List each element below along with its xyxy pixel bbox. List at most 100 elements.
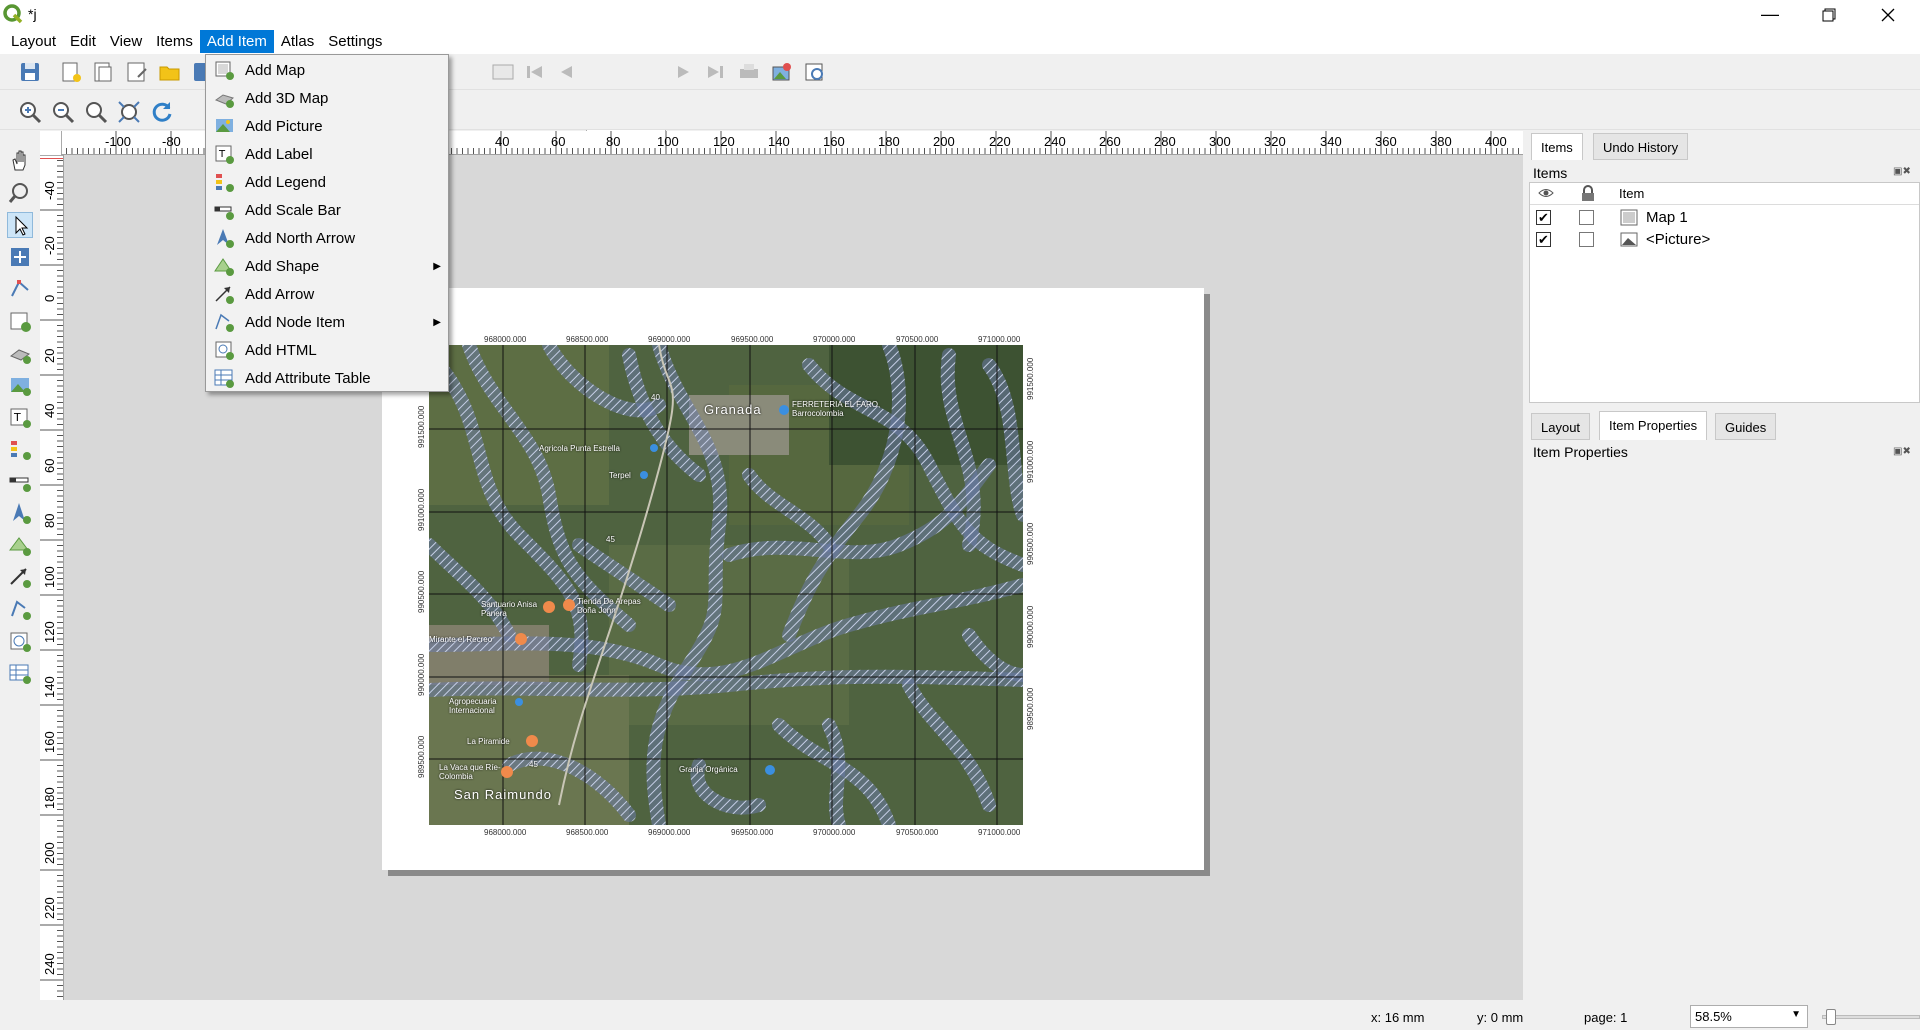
menu-add-scale-bar[interactable]: Add Scale Bar [207,196,447,224]
last-feature-button[interactable] [702,59,728,85]
map-place-label: Granada [704,402,762,417]
chevron-down-icon[interactable]: ▼ [1791,1009,1801,1020]
close-button[interactable] [1859,0,1917,29]
add-html-tool-button[interactable] [7,628,33,654]
tree-row[interactable]: ✔ Map 1 [1530,207,1919,229]
tab-undo-history[interactable]: Undo History [1593,133,1689,160]
grid-coordinate: 989500.000 [1026,687,1035,730]
add-node-item-tool-button[interactable] [7,596,33,622]
export-image-icon [772,63,791,81]
add-scalebar-tool-button[interactable] [7,468,33,494]
tab-layout[interactable]: Layout [1531,413,1591,440]
zoom-combobox[interactable]: 58.5% ▼ [1690,1005,1808,1028]
tab-guides[interactable]: Guides [1715,413,1777,440]
previous-feature-button[interactable] [554,59,580,85]
add-3d-map-tool-button[interactable] [7,340,33,366]
add-label-tool-button[interactable]: T [7,404,33,430]
add-map-tool-button[interactable] [7,308,33,334]
add-north-arrow-tool-button[interactable] [7,500,33,526]
refresh-button[interactable] [149,99,175,125]
menu-add-html[interactable]: Add HTML [207,336,447,364]
ruler-label: 240 [42,953,57,975]
menu-add-3d-map[interactable]: Add 3D Map [207,84,447,112]
first-feature-button[interactable] [522,59,548,85]
select-tool-button[interactable] [7,212,33,238]
zoom-tool-button[interactable] [7,180,33,206]
tree-row[interactable]: ✔ <Picture> [1530,229,1919,251]
menu-add-picture[interactable]: Add Picture [207,112,447,140]
layout-manager-button[interactable] [124,59,150,85]
zoom-icon [8,183,28,203]
zoom-in-button[interactable] [17,99,43,125]
menu-atlas[interactable]: Atlas [274,30,321,53]
menu-add-map[interactable]: Add Map [207,56,447,84]
minimize-button[interactable]: — [1741,0,1799,29]
atlas-settings-button[interactable] [490,59,516,85]
page-indicator: page: 1 [1584,1010,1628,1025]
new-layout-button[interactable] [58,59,84,85]
open-template-button[interactable] [157,59,183,85]
lock-checkbox[interactable] [1579,232,1594,247]
window-title: *j [28,6,37,22]
menu-add-attribute-table[interactable]: Add Attribute Table [207,364,447,392]
map-item[interactable]: Granada FERRETERIA EL FARO, Barrocolombi… [429,345,1023,825]
layout-page[interactable]: 968000.000 968500.000 969000.000 969500.… [382,288,1204,870]
menu-add-arrow[interactable]: Add Arrow [207,280,447,308]
menu-layout[interactable]: Layout [4,30,63,53]
map-add-icon [10,312,31,332]
map-item-icon [1620,209,1638,226]
menu-item-label: Add Arrow [245,285,315,303]
items-tree[interactable]: Item ✔ Map 1 ✔ <Picture> [1529,182,1920,403]
panel-float-close-icon[interactable]: ▣✖ [1893,446,1911,457]
panel-float-close-icon[interactable]: ▣✖ [1893,166,1911,177]
zoom-actual-button[interactable] [83,99,109,125]
export-atlas-pdf-button[interactable] [802,59,828,85]
menu-add-shape[interactable]: Add Shape ▶ [207,252,447,280]
north-arrow-add-icon [13,503,31,524]
restore-button[interactable] [1800,0,1858,29]
zoom-slider-handle[interactable] [1826,1009,1836,1025]
close-icon [1881,8,1895,21]
lock-checkbox[interactable] [1579,210,1594,225]
menu-add-item[interactable]: Add Item [199,30,274,53]
add-arrow-tool-button[interactable] [7,564,33,590]
node-item-add-icon [11,600,31,620]
move-content-tool-button[interactable] [7,244,33,270]
duplicate-layout-button[interactable] [90,59,116,85]
add-picture-tool-button[interactable] [7,372,33,398]
arrow-add-icon [10,568,31,588]
grid-coordinate: 969000.000 [648,335,691,344]
menu-edit[interactable]: Edit [63,30,103,53]
menu-item-label: Add Picture [245,117,323,135]
menu-items[interactable]: Items [149,30,200,53]
move-content-icon [11,248,29,266]
next-feature-button[interactable] [670,59,696,85]
export-atlas-image-button[interactable] [769,59,795,85]
print-atlas-button[interactable] [736,59,762,85]
add-legend-tool-button[interactable] [7,436,33,462]
menu-add-north-arrow[interactable]: Add North Arrow [207,224,447,252]
add-attribute-table-tool-button[interactable] [7,660,33,686]
save-button[interactable] [17,59,43,85]
add-shape-tool-button[interactable] [7,532,33,558]
visibility-checkbox[interactable]: ✔ [1536,232,1551,247]
pan-tool-button[interactable] [7,148,33,174]
menu-view[interactable]: View [103,30,149,53]
scalebar-add-icon [214,199,236,221]
grid-coordinate: 971000.000 [978,335,1021,344]
tab-item-properties[interactable]: Item Properties [1599,411,1708,440]
menu-add-label[interactable]: T Add Label [207,140,447,168]
ruler-label: 20 [42,348,57,363]
zoom-full-button[interactable] [116,99,142,125]
menu-add-node-item[interactable]: Add Node Item ▶ [207,308,447,336]
tab-items[interactable]: Items [1531,133,1583,160]
ruler-label: 140 [42,676,57,698]
menu-add-legend[interactable]: Add Legend [207,168,447,196]
folder-open-icon [159,66,180,81]
edit-nodes-tool-button[interactable] [7,276,33,302]
visibility-checkbox[interactable]: ✔ [1536,210,1551,225]
zoom-slider-track[interactable] [1822,1015,1920,1019]
shape-add-icon [9,537,31,556]
menu-settings[interactable]: Settings [321,30,389,53]
zoom-out-button[interactable] [50,99,76,125]
